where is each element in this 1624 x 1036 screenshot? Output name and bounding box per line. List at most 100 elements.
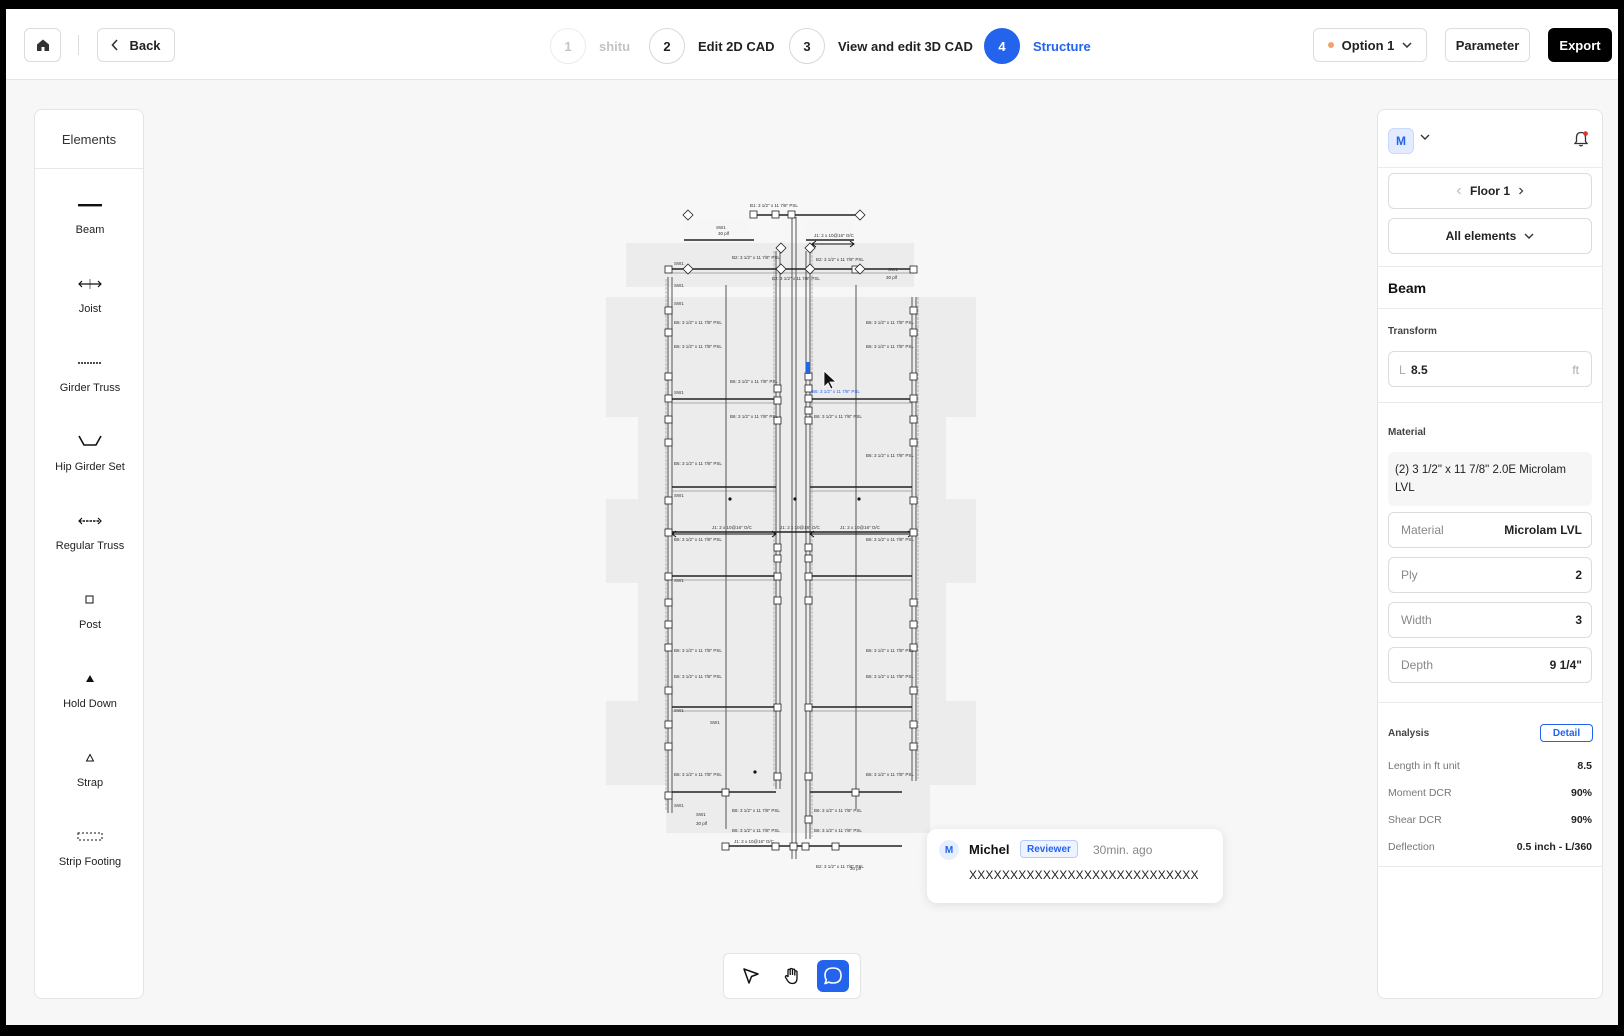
user-avatar[interactable]: M (1388, 128, 1414, 154)
hand-icon (784, 967, 798, 985)
field-value: 9 1/4" (1549, 658, 1582, 672)
step-number: 2 (649, 28, 685, 64)
chevron-right-icon[interactable] (1518, 187, 1524, 195)
export-button[interactable]: Export (1548, 28, 1612, 62)
analysis-value: 8.5 (1577, 760, 1592, 772)
element-strap[interactable]: Strap (35, 745, 145, 805)
plan-label: B6: 3 1/2" x 11 7/8" PSL (866, 674, 914, 679)
step-1[interactable]: 1 shitu (550, 28, 630, 64)
chevron-left-icon[interactable] (1456, 187, 1462, 195)
plan-label: B6: 3 1/2" x 11 7/8" PSL (866, 772, 914, 777)
field-value: Microlam LVL (1504, 523, 1582, 537)
field-key: Material (1401, 523, 1444, 537)
comment-card[interactable]: M Michel Reviewer 30min. ago XXXXXXXXXXX… (927, 829, 1223, 903)
reviewer-badge: Reviewer (1020, 840, 1078, 858)
divider (1378, 866, 1602, 867)
select-tool-button[interactable] (735, 960, 767, 992)
element-post[interactable]: Post (35, 587, 145, 647)
analysis-row: Moment DCR 90% (1388, 787, 1592, 799)
analysis-value: 0.5 inch - L/360 (1516, 841, 1592, 853)
element-label: Regular Truss (55, 540, 125, 552)
field-value: 2 (1575, 568, 1582, 582)
comment-text: XXXXXXXXXXXXXXXXXXXXXXXXXXXX (969, 868, 1199, 882)
step-label: Edit 2D CAD (698, 38, 775, 54)
home-icon (36, 39, 49, 51)
selected-beam-label: B6: 3 1/2" x 11 7/8" PSL (812, 389, 860, 394)
plan-canvas[interactable]: B1: 3 1/2" x 11 7/8" PSL J1: 2 x 10@16" … (606, 189, 1026, 889)
divider (1378, 266, 1602, 267)
regular-truss-icon (77, 508, 103, 534)
plan-label: B1: 3 1/2" x 11 7/8" PSL (750, 203, 798, 208)
plan-label: B6: 3 1/2" x 11 7/8" PSL (866, 453, 914, 458)
option-status-dot (1327, 42, 1334, 48)
floor-selector[interactable]: Floor 1 (1388, 173, 1592, 209)
post-icon (85, 587, 95, 613)
divider (1378, 402, 1602, 403)
floor-label: Floor 1 (1469, 184, 1510, 198)
element-label: Joist (78, 303, 102, 315)
length-prefix: L (1399, 363, 1406, 377)
element-strip-footing[interactable]: Strip Footing (35, 824, 145, 884)
back-button[interactable]: Back (97, 28, 175, 62)
step-number: 4 (984, 28, 1020, 64)
plan-label: B6: 3 1/2" x 11 7/8" PSL (814, 828, 862, 833)
element-label: Beam (75, 224, 105, 236)
chevron-left-icon (111, 39, 119, 51)
element-joist[interactable]: Joist (35, 271, 145, 331)
home-button[interactable] (24, 28, 61, 62)
element-beam[interactable]: Beam (35, 192, 145, 252)
elements-title: Elements (35, 110, 143, 169)
element-girder-truss[interactable]: Girder Truss (35, 350, 145, 410)
element-hold-down[interactable]: Hold Down (35, 666, 145, 726)
material-description[interactable]: (2) 3 1/2" x 11 7/8" 2.0E Microlam LVL (1388, 452, 1592, 506)
joist-icon (77, 271, 103, 297)
length-input[interactable]: L 8.5 ft (1388, 351, 1592, 387)
elements-panel: Elements Beam Joist Girder Truss Hip Gir… (34, 109, 144, 999)
comment-icon (824, 967, 843, 985)
plan-label: J1: 2 x 10@16" O/C (780, 525, 821, 530)
element-label: Hip Girder Set (55, 461, 125, 473)
ply-field[interactable]: Ply 2 (1388, 557, 1592, 593)
analysis-key: Moment DCR (1388, 787, 1452, 799)
parameter-button[interactable]: Parameter (1445, 28, 1530, 62)
plan-label: J1: 2 x 10@16" O/C (814, 233, 855, 238)
filter-label: All elements (1445, 229, 1517, 243)
analysis-row: Shear DCR 90% (1388, 814, 1592, 826)
element-filter-dropdown[interactable]: All elements (1388, 218, 1592, 254)
pan-tool-button[interactable] (776, 960, 808, 992)
top-bar: Back 1 shitu 2 Edit 2D CAD 3 View and ed… (6, 9, 1618, 80)
app-window: Back 1 shitu 2 Edit 2D CAD 3 View and ed… (6, 9, 1618, 1025)
analysis-row: Deflection 0.5 inch - L/360 (1388, 841, 1592, 853)
step-3[interactable]: 3 View and edit 3D CAD (789, 28, 973, 64)
plan-label: SW1 (674, 301, 684, 306)
option-dropdown[interactable]: Option 1 (1313, 28, 1427, 62)
strap-icon (85, 745, 95, 771)
chevron-down-icon (1402, 42, 1412, 48)
commenter-avatar: M (939, 840, 959, 860)
plan-label: SW1 (674, 803, 684, 808)
chevron-down-icon[interactable] (1420, 134, 1430, 140)
depth-field[interactable]: Depth 9 1/4" (1388, 647, 1592, 683)
transform-label: Transform (1388, 326, 1437, 337)
width-field[interactable]: Width 3 (1388, 602, 1592, 638)
plan-label: SW1 (710, 720, 720, 725)
cursor-icon (742, 968, 759, 984)
plan-label: 30 plf (718, 231, 730, 236)
detail-button[interactable]: Detail (1540, 724, 1593, 742)
material-field[interactable]: Material Microlam LVL (1388, 512, 1592, 548)
step-4-active[interactable]: 4 Structure (984, 28, 1091, 64)
selected-beam[interactable] (806, 362, 810, 374)
plan-label: B6: 3 1/2" x 11 7/8" PSL (814, 808, 862, 813)
plan-label: B6: 3 1/2" x 11 7/8" PSL (866, 648, 914, 653)
comment-tool-button[interactable] (817, 960, 850, 992)
element-hip-girder-set[interactable]: Hip Girder Set (35, 429, 145, 489)
floor-plan-drawing[interactable]: B1: 3 1/2" x 11 7/8" PSL J1: 2 x 10@16" … (606, 189, 1026, 889)
step-2[interactable]: 2 Edit 2D CAD (649, 28, 775, 64)
plan-label: B2: 3 1/2" x 11 7/8" PSL (732, 255, 780, 260)
plan-label: SW1 (696, 812, 706, 817)
bell-icon[interactable] (1572, 130, 1590, 148)
element-label: Girder Truss (59, 382, 121, 394)
plan-label: B2: 3 1/2" x 11 7/8" PSL (816, 257, 864, 262)
plan-label: SW1 (674, 283, 684, 288)
element-regular-truss[interactable]: Regular Truss (35, 508, 145, 568)
